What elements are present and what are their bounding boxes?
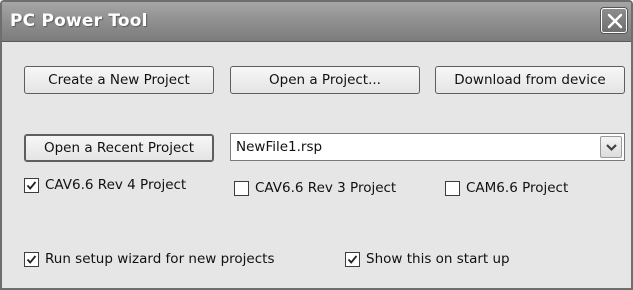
checkbox-box[interactable] <box>234 180 249 196</box>
chevron-down-icon <box>606 144 617 152</box>
checkbox-cav66-rev4[interactable]: CAV6.6 Rev 4 Project <box>24 177 186 193</box>
create-new-project-button[interactable]: Create a New Project <box>24 66 214 94</box>
checkbox-cav66-rev3[interactable]: CAV6.6 Rev 3 Project <box>234 180 396 196</box>
close-icon <box>607 13 623 29</box>
open-recent-project-button[interactable]: Open a Recent Project <box>24 134 214 162</box>
checkbox-box[interactable] <box>445 180 460 196</box>
checkbox-run-setup-wizard[interactable]: Run setup wizard for new projects <box>24 251 275 267</box>
pc-power-tool-window: PC Power Tool Create a New Project Open … <box>0 0 633 290</box>
check-icon <box>347 254 358 264</box>
checkbox-box[interactable] <box>24 251 39 267</box>
recent-project-combo[interactable]: NewFile1.rsp <box>230 133 625 161</box>
checkbox-cam66[interactable]: CAM6.6 Project <box>445 180 568 196</box>
title-bar[interactable]: PC Power Tool <box>2 2 631 42</box>
checkbox-show-on-startup[interactable]: Show this on start up <box>345 251 510 267</box>
check-icon <box>26 180 37 190</box>
checkbox-label: CAV6.6 Rev 4 Project <box>45 177 187 193</box>
checkbox-label: Show this on start up <box>366 251 510 267</box>
recent-project-value: NewFile1.rsp <box>236 139 323 155</box>
open-project-button[interactable]: Open a Project... <box>230 66 420 94</box>
checkbox-label: Run setup wizard for new projects <box>45 251 275 267</box>
checkbox-box[interactable] <box>345 251 360 267</box>
close-button[interactable] <box>601 8 627 33</box>
check-icon <box>26 254 37 264</box>
window-title: PC Power Tool <box>10 11 148 31</box>
download-from-device-button[interactable]: Download from device <box>435 66 625 94</box>
combo-dropdown-button[interactable] <box>600 136 622 158</box>
checkbox-box[interactable] <box>24 177 39 193</box>
checkbox-label: CAM6.6 Project <box>466 180 569 196</box>
checkbox-label: CAV6.6 Rev 3 Project <box>255 180 397 196</box>
